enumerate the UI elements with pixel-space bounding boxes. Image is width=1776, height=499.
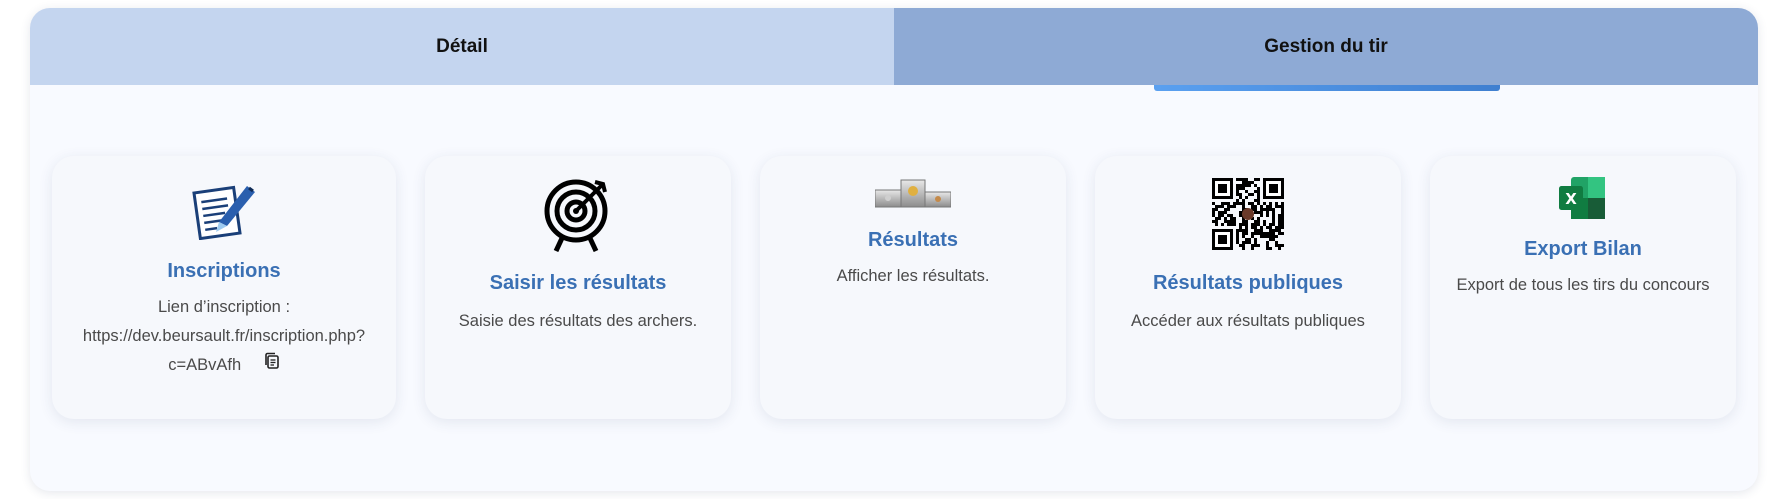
card-resultats-publiques[interactable]: Résultats publiques Accéder aux résultat… (1095, 156, 1401, 419)
signing-document-icon (52, 182, 396, 240)
inscription-link-label: Lien d’inscription : (157, 298, 291, 316)
tab-bar: Détail Gestion du tir (30, 8, 1758, 85)
card-resultats-title: Résultats (867, 229, 959, 251)
tab-gestion-du-tir-label: Gestion du tir (1264, 35, 1388, 57)
card-export-bilan-desc: Export de tous les tirs du concours (1456, 276, 1710, 294)
inscription-link-url-line2: c=ABvAfh (168, 356, 242, 374)
svg-text:X: X (1565, 190, 1577, 208)
excel-icon: X (1430, 177, 1736, 219)
card-resultats[interactable]: Résultats Afficher les résultats. (760, 156, 1066, 419)
card-inscriptions-title: Inscriptions (167, 260, 281, 282)
main-panel: Détail Gestion du tir Inscriptions Lien … (30, 8, 1758, 491)
qr-code-icon (1095, 178, 1401, 252)
card-saisir-resultats[interactable]: Saisir les résultats Saisie des résultat… (425, 156, 731, 419)
target-icon (425, 178, 731, 252)
card-resultats-publiques-title: Résultats publiques (1152, 272, 1344, 294)
card-saisir-resultats-title: Saisir les résultats (489, 272, 667, 294)
card-resultats-publiques-desc: Accéder aux résultats publiques (1131, 312, 1365, 330)
card-inscriptions[interactable]: Inscriptions Lien d’inscription : https:… (52, 156, 396, 419)
card-saisir-resultats-desc: Saisie des résultats des archers. (458, 312, 698, 330)
podium-icon (760, 178, 1066, 208)
tab-detail-label: Détail (436, 35, 488, 57)
tab-detail[interactable]: Détail (30, 8, 894, 85)
card-export-bilan[interactable]: X Export Bilan Export de tous les tirs d… (1430, 156, 1736, 419)
active-tab-indicator (1154, 85, 1500, 91)
card-inscriptions-desc: Lien d’inscription : https://dev.beursau… (52, 293, 396, 380)
card-resultats-desc: Afficher les résultats. (836, 267, 990, 285)
tab-gestion-du-tir[interactable]: Gestion du tir (894, 8, 1758, 85)
copy-icon[interactable] (264, 351, 280, 380)
card-export-bilan-title: Export Bilan (1524, 238, 1642, 260)
inscription-link-url-line1: https://dev.beursault.fr/inscription.php… (82, 327, 366, 345)
